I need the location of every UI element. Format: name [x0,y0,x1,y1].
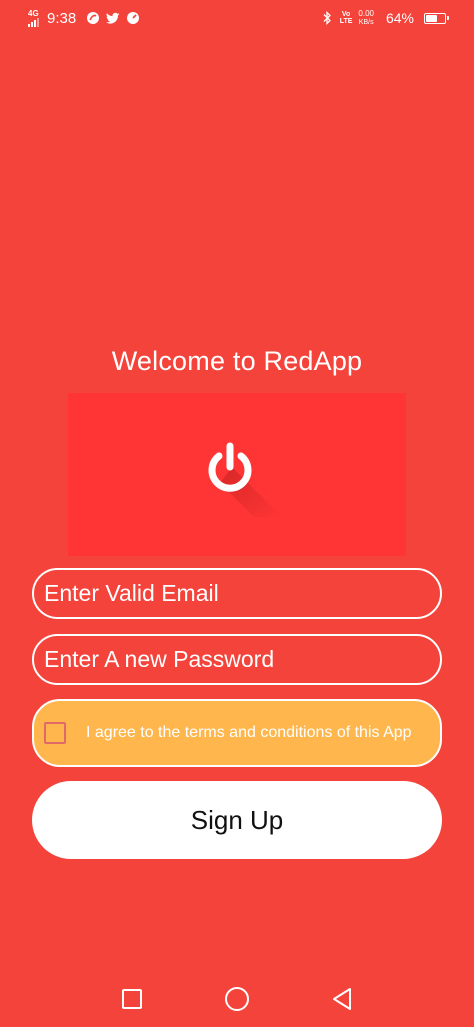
bluetooth-icon [320,11,334,25]
circle-icon [224,986,250,1017]
home-button[interactable] [217,981,257,1021]
square-icon [121,988,143,1015]
terms-label: I agree to the terms and conditions of t… [86,724,412,741]
volte-top: Vo [341,11,351,18]
speedometer-icon [126,11,140,25]
twitter-icon [106,11,120,25]
signal-icon [28,17,39,27]
power-icon [192,427,282,522]
email-field[interactable]: Enter Valid Email [32,568,442,619]
battery-fill [426,14,437,22]
terms-checkbox[interactable] [44,722,66,744]
clock: 9:38 [47,9,77,27]
email-placeholder: Enter Valid Email [44,580,219,606]
network-type: 4G [28,8,39,18]
network-speed: 0.00 KB/s [358,9,374,27]
sign-up-button[interactable]: Sign Up [32,781,442,859]
password-field[interactable]: Enter A new Password [32,634,442,685]
app-notification-icon [86,11,100,25]
status-right: Vo LTE 0.00 KB/s 64% [320,9,449,27]
recents-button[interactable] [112,981,152,1021]
back-button[interactable] [322,981,362,1021]
navigation-bar [0,975,474,1027]
battery-percent: 64% [385,10,414,26]
network-indicator: 4G [28,8,39,27]
status-left: 4G 9:38 [28,8,140,27]
logo-box [68,393,406,556]
password-placeholder: Enter A new Password [44,646,275,672]
volte-indicator: Vo LTE [340,11,353,25]
welcome-title: Welcome to RedApp [111,346,363,376]
triangle-back-icon [331,987,353,1016]
battery-icon [424,12,449,24]
volte-bottom: LTE [339,18,353,25]
speed-unit: KB/s [358,19,374,26]
speed-value: 0.00 [358,9,374,18]
status-bar: 4G 9:38 Vo LTE 0.00 KB/s 64% [0,0,474,36]
terms-checkbox-row[interactable]: I agree to the terms and conditions of t… [32,699,442,767]
